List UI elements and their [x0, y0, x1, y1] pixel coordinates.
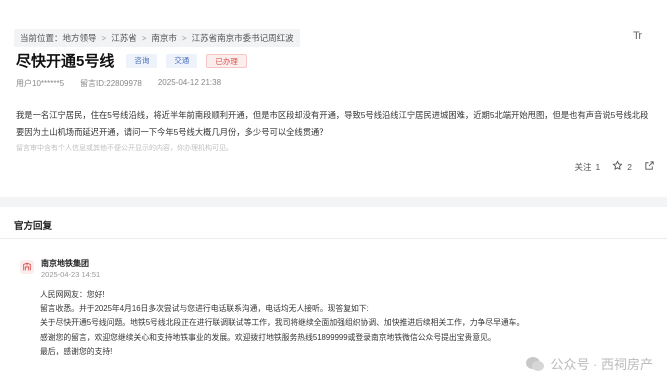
post-disclaimer: 留言审中含有个人信息或其他不便公开显示的内容，你办理机构可见。	[16, 145, 233, 152]
post-meta: 用户10******5 留言ID:22809978 2025-04-12 21:…	[16, 78, 237, 89]
breadcrumb-item-city[interactable]: 南京市	[151, 32, 177, 44]
star-icon	[612, 160, 623, 173]
reply-line: 感谢您的留言，欢迎您继续关心和支持地铁事业的发展。欢迎拨打地铁服务热线51899…	[40, 332, 496, 342]
breadcrumb-item-leaders[interactable]: 地方领导	[63, 32, 97, 44]
reply-line: 人民网网友：您好!	[40, 290, 105, 299]
breadcrumb-item-province[interactable]: 江苏省	[111, 32, 137, 44]
reply-line: 最后，感谢您的支持!	[40, 346, 113, 356]
share-icon	[644, 160, 655, 173]
wechat-icon	[525, 356, 545, 372]
reply-line: 留言收悉。并于2025年4月16日多次尝试与您进行电话联系沟通，电话均无人接听。…	[40, 304, 369, 314]
breadcrumb-prefix: 当前位置：	[20, 33, 63, 43]
breadcrumb-item-official[interactable]: 江苏省南京市委书记周红波	[192, 32, 294, 44]
watermark: 公众号 · 西祠房产	[525, 354, 653, 373]
like-button[interactable]: 2	[612, 160, 632, 173]
reply-body: 人民网网友：您好! 留言收悉。并于2025年4月16日多次尝试与您进行电话联系沟…	[40, 288, 600, 359]
status-badge: 已办理	[206, 53, 247, 68]
title-row: 尽快开通5号线 咨询 交通 已办理	[16, 50, 256, 71]
metro-logo-icon	[20, 260, 34, 274]
tag-consult: 咨询	[126, 53, 158, 68]
divider	[0, 238, 667, 239]
breadcrumb-separator: >	[101, 33, 107, 43]
breadcrumb-separator: >	[181, 33, 187, 43]
reply-org-name: 南京地铁集团	[41, 259, 89, 268]
follow-count: 1	[595, 161, 601, 172]
follow-button[interactable]: 关注 1	[575, 161, 601, 173]
font-size-icon[interactable]: Tr	[633, 30, 642, 42]
reply-heading: 官方回复	[14, 221, 53, 232]
watermark-text: 公众号 · 西祠房产	[550, 357, 653, 372]
reply-line: 关于尽快开通5号线问题。地铁5号线北段正在进行联调联试等工作，我司将继续全面加强…	[40, 318, 525, 328]
post-actions: 关注 1 2	[563, 160, 655, 173]
post-content: 我是一名江宁居民，住在5号线沿线，将近半年前南段顺利开通，但是市区段却没有开通，…	[16, 110, 649, 137]
breadcrumb-separator: >	[141, 33, 147, 43]
breadcrumb: 当前位置： 地方领导 > 江苏省 > 南京市 > 江苏省南京市委书记周红波	[14, 29, 300, 47]
like-count: 2	[627, 161, 632, 172]
post-time: 2025-04-12 21:38	[157, 78, 222, 87]
tag-traffic: 交通	[166, 53, 198, 68]
reply-date: 2025-04-23 14:51	[41, 270, 101, 279]
post-title: 尽快开通5号线	[16, 53, 115, 70]
follow-label: 关注	[574, 161, 592, 172]
share-button[interactable]	[644, 160, 655, 173]
post-message-id: 留言ID:22809978	[80, 79, 142, 88]
post-user: 用户10******5	[16, 79, 65, 88]
